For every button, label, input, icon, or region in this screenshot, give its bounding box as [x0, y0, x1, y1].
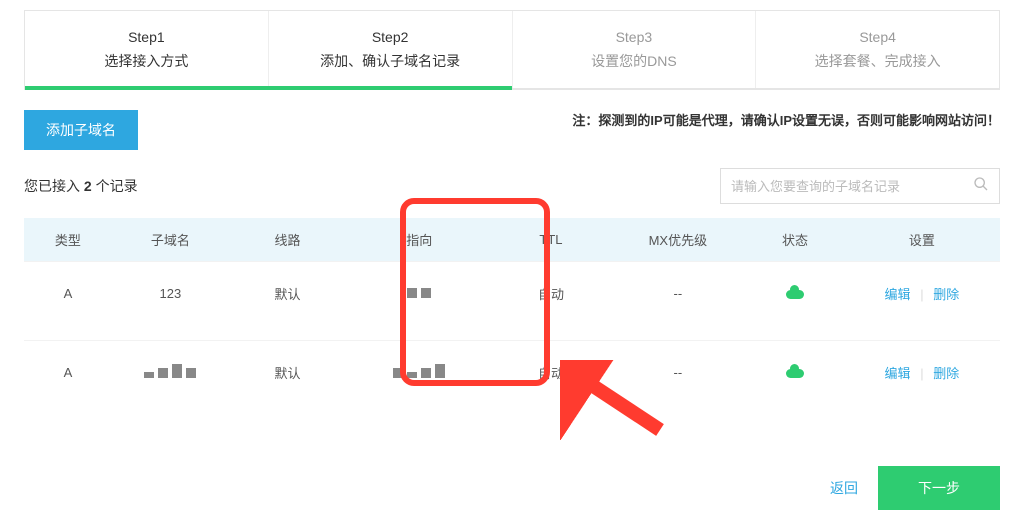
cell-target [346, 262, 492, 329]
cell-actions: 编辑 | 删除 [844, 340, 1000, 407]
count-prefix: 您已接入 [24, 178, 84, 194]
search-box[interactable] [720, 168, 1000, 204]
redacted-subdomain [144, 364, 196, 378]
wizard-steps: Step1 选择接入方式 Step2 添加、确认子域名记录 Step3 设置您的… [24, 10, 1000, 88]
search-input[interactable] [731, 179, 973, 194]
count-value: 2 [84, 178, 92, 194]
step-number: Step4 [859, 29, 896, 45]
count-suffix: 个记录 [92, 178, 138, 194]
col-actions: 设置 [844, 218, 1000, 262]
cell-mx: -- [610, 262, 747, 329]
cell-line: 默认 [229, 340, 346, 407]
cell-subdomain: 123 [112, 262, 229, 329]
cell-status [746, 340, 844, 407]
cell-mx: -- [610, 340, 747, 407]
table-header-row: 类型 子域名 线路 指向 TTL MX优先级 状态 设置 [24, 218, 1000, 262]
step-label: 选择套餐、完成接入 [815, 51, 941, 71]
cell-type: A [24, 262, 112, 329]
search-icon[interactable] [973, 176, 989, 197]
redacted-ip [393, 364, 445, 378]
cell-ttl: 自动 [492, 340, 609, 407]
col-type: 类型 [24, 218, 112, 262]
delete-link[interactable]: 删除 [933, 366, 959, 381]
cell-target [346, 340, 492, 407]
footer-actions: 返回 下一步 [830, 466, 1000, 510]
col-target: 指向 [346, 218, 492, 262]
col-mx: MX优先级 [610, 218, 747, 262]
edit-link[interactable]: 编辑 [885, 287, 911, 302]
separator: | [920, 366, 923, 381]
edit-link[interactable]: 编辑 [885, 366, 911, 381]
step-number: Step2 [372, 29, 409, 45]
cell-actions: 编辑 | 删除 [844, 262, 1000, 329]
step-4[interactable]: Step4 选择套餐、完成接入 [756, 11, 999, 88]
table-row: A 默认 自动 -- 编辑 | 删除 [24, 340, 1000, 407]
separator: | [920, 287, 923, 302]
redacted-ip [407, 288, 431, 298]
add-subdomain-button[interactable]: 添加子域名 [24, 110, 138, 150]
cell-type: A [24, 340, 112, 407]
col-status: 状态 [746, 218, 844, 262]
delete-link[interactable]: 删除 [933, 287, 959, 302]
next-button[interactable]: 下一步 [878, 466, 1000, 510]
table-row: A 123 默认 自动 -- 编辑 | 删除 [24, 262, 1000, 329]
step-label: 添加、确认子域名记录 [320, 51, 460, 71]
cloud-ok-icon [784, 364, 806, 378]
step-1[interactable]: Step1 选择接入方式 [25, 11, 269, 88]
step-2[interactable]: Step2 添加、确认子域名记录 [269, 11, 513, 88]
cell-status [746, 262, 844, 329]
record-count-text: 您已接入 2 个记录 [24, 176, 138, 196]
step-number: Step3 [616, 29, 653, 45]
records-table: 类型 子域名 线路 指向 TTL MX优先级 状态 设置 A 123 默认 [24, 218, 1000, 410]
cloud-ok-icon [784, 285, 806, 299]
col-line: 线路 [229, 218, 346, 262]
col-subdomain: 子域名 [112, 218, 229, 262]
back-link[interactable]: 返回 [830, 478, 858, 498]
step-number: Step1 [128, 29, 165, 45]
step-label: 设置您的DNS [591, 51, 677, 71]
warning-text: 注：探测到的IP可能是代理，请确认IP设置无误，否则可能影响网站访问！ [572, 110, 1000, 129]
cell-line: 默认 [229, 262, 346, 329]
col-ttl: TTL [492, 218, 609, 262]
cell-ttl: 自动 [492, 262, 609, 329]
cell-subdomain [112, 340, 229, 407]
step-label: 选择接入方式 [104, 51, 188, 71]
step-3[interactable]: Step3 设置您的DNS [513, 11, 757, 88]
